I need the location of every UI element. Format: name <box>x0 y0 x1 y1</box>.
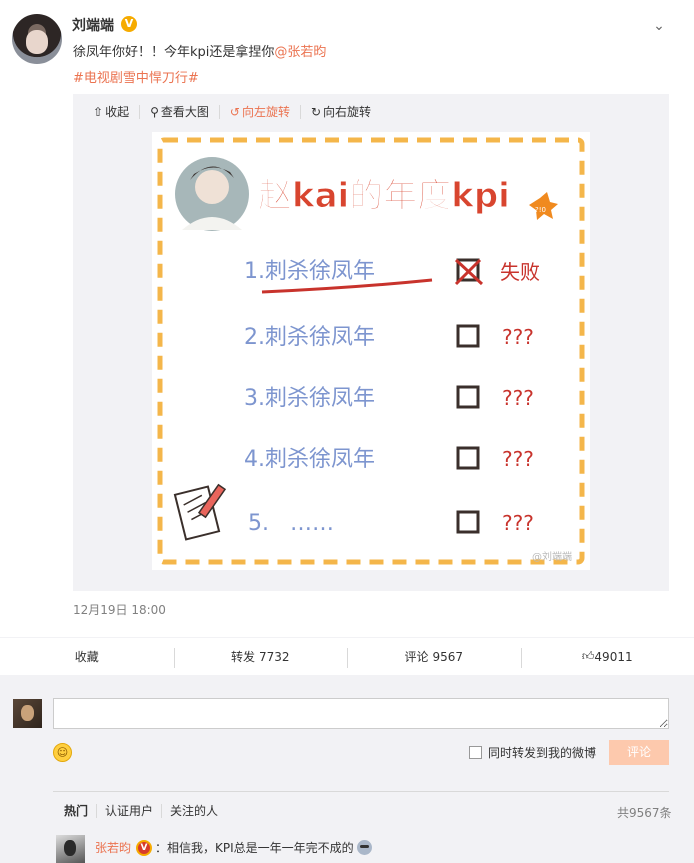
repost-button[interactable]: 转发 7732 <box>173 638 348 675</box>
comment-filters: 热门 认证用户 关注的人 <box>64 804 226 818</box>
rotate-left-label: 向左旋转 <box>241 105 290 119</box>
collapse-label: 收起 <box>105 105 130 119</box>
author-avatar[interactable] <box>12 14 62 64</box>
kpi-row-1-label: 1.刺杀徐凤年 <box>244 259 375 284</box>
comment-section: ☺ 同时转发到我的微博 评论 热门 认证用户 关注的人 共9567条 张若昀 V… <box>0 675 694 863</box>
filter-hot[interactable]: 热门 <box>64 804 98 818</box>
view-large-label: 查看大图 <box>160 105 209 119</box>
search-icon: ⚲ <box>150 105 159 119</box>
repost-count: 7732 <box>258 649 290 664</box>
verified-icon: V <box>121 16 137 32</box>
image-watermark: @刘端端 <box>532 550 572 563</box>
portrait-face <box>195 170 229 204</box>
collapse-button[interactable]: ⇧ 收起 <box>93 105 141 119</box>
action-bar: 收藏 转发 7732 评论 9567 👍︎ 49011 <box>0 637 694 675</box>
comment-button[interactable]: 评论 9567 <box>347 638 521 675</box>
favorite-label: 收藏 <box>74 650 99 664</box>
kpi-row-3-status: ??? <box>502 386 534 410</box>
commenter-name[interactable]: 张若昀 <box>95 839 131 856</box>
media-toolbar: ⇧ 收起 ⚲ 查看大图 ↺ 向左旋转 ↻ 向右旋转 <box>93 105 381 119</box>
kpi-row-2-status: ??? <box>502 325 534 349</box>
repost-label: 转发 <box>230 650 255 664</box>
author-name[interactable]: 刘端端 <box>72 15 114 35</box>
kpi-row-4-status: ??? <box>502 447 534 471</box>
image-title: 赵kai的年度kpi <box>258 176 510 216</box>
like-button[interactable]: 👍︎ 49011 <box>520 638 694 675</box>
commenter-avatar[interactable] <box>56 835 85 863</box>
rotate-left-button[interactable]: ↺ 向左旋转 <box>220 105 301 119</box>
like-count: 49011 <box>594 649 633 664</box>
kpi-row-5-status: ??? <box>502 511 534 535</box>
checkbox-3-icon <box>456 385 480 409</box>
post-image[interactable]: 赵kai的年度kpi ?!0 1.刺杀徐凤年 失败 2.刺杀徐凤年 ??? 3.… <box>152 132 590 570</box>
submit-comment-button[interactable]: 评论 <box>609 740 669 765</box>
thumbs-up-icon: 👍︎ <box>581 649 595 663</box>
divider <box>53 791 669 792</box>
emoji-icon[interactable]: ☺ <box>53 743 72 762</box>
kpi-row-2-label: 2.刺杀徐凤年 <box>244 325 375 350</box>
chevron-down-icon[interactable]: ⌄ <box>650 18 668 34</box>
kpi-row-5-label: 5. …… <box>248 511 334 536</box>
rotate-right-label: 向右旋转 <box>323 105 372 119</box>
rotate-right-icon: ↻ <box>310 105 322 119</box>
post-text: 徐凤年你好！！今年kpi还是拿捏你@张若昀 <box>73 41 326 60</box>
notepad-pencil-icon <box>173 483 227 541</box>
checkbox-5-icon <box>456 510 480 534</box>
mention-link[interactable]: @张若昀 <box>274 45 326 60</box>
rotate-left-icon: ↺ <box>229 105 240 119</box>
sticker-text: ?!0 <box>535 206 546 214</box>
comment-text: ：相信我，KPI总是一年一年完不成的 <box>155 841 354 855</box>
checkbox-2-icon <box>456 324 480 348</box>
comment-input[interactable] <box>53 698 669 729</box>
kpi-image-drawing: 赵kai的年度kpi ?!0 1.刺杀徐凤年 失败 2.刺杀徐凤年 ??? 3.… <box>157 137 585 565</box>
view-large-button[interactable]: ⚲ 查看大图 <box>140 105 220 119</box>
comment-count: 9567 <box>432 649 464 664</box>
verified-icon: V <box>136 839 153 856</box>
media-viewer: ⇧ 收起 ⚲ 查看大图 ↺ 向左旋转 ↻ 向右旋转 赵kai的年度kpi ?!0… <box>73 94 669 591</box>
hashtag-link[interactable]: #电视剧雪中悍刀行# <box>73 67 199 86</box>
comment-item: 张若昀 V ：相信我，KPI总是一年一年完不成的 <box>95 839 372 856</box>
favorite-button[interactable]: 收藏 <box>0 638 174 675</box>
comment-total: 共9567条 <box>617 806 672 820</box>
repost-checkbox-label[interactable]: 同时转发到我的微博 <box>488 744 596 761</box>
kpi-row-3-label: 3.刺杀徐凤年 <box>244 386 375 411</box>
filter-following[interactable]: 关注的人 <box>162 804 226 818</box>
post-body: 徐凤年你好！！今年kpi还是拿捏你 <box>73 45 275 60</box>
current-user-avatar[interactable] <box>13 699 42 728</box>
rotate-right-button[interactable]: ↻ 向右旋转 <box>301 105 381 119</box>
checkbox-4-icon <box>456 446 480 470</box>
comment-label: 评论 <box>404 650 429 664</box>
collapse-icon: ⇧ <box>93 105 104 119</box>
repost-checkbox[interactable] <box>469 746 482 759</box>
emoji-icon <box>356 840 372 855</box>
filter-verified[interactable]: 认证用户 <box>97 804 163 818</box>
kpi-row-1-status: 失败 <box>500 260 540 284</box>
post-timestamp[interactable]: 12月19日 18:00 <box>73 601 166 618</box>
kpi-row-4-label: 4.刺杀徐凤年 <box>244 447 375 472</box>
